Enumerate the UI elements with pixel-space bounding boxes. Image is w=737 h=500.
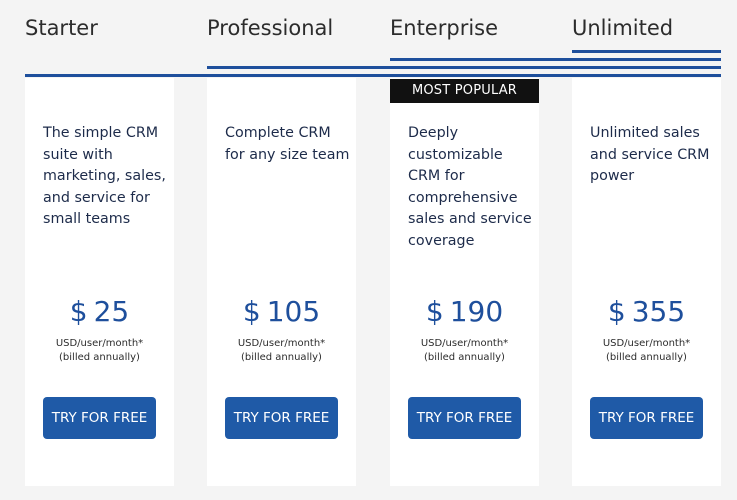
plan-card-starter: The simple CRM suite with marketing, sal… [25, 78, 174, 486]
price-unit: USD/user/month* (billed annually) [207, 337, 356, 365]
try-for-free-button-professional[interactable]: TRY FOR FREE [225, 397, 338, 439]
price-unit: USD/user/month* (billed annually) [25, 337, 174, 365]
plan-card-enterprise: Deeply customizable CRM for comprehensiv… [390, 78, 539, 486]
most-popular-badge: MOST POPULAR [390, 79, 539, 103]
price-amount: 105 [266, 295, 321, 328]
price-currency: $ [425, 295, 444, 328]
price-currency: $ [607, 295, 626, 328]
plan-price: $25 [25, 294, 174, 330]
plan-description: Complete CRM for any size team [225, 125, 350, 163]
price-currency: $ [242, 295, 261, 328]
plan-description: The simple CRM suite with marketing, sal… [43, 125, 166, 227]
try-for-free-button-enterprise[interactable]: TRY FOR FREE [408, 397, 521, 439]
try-for-free-button-starter[interactable]: TRY FOR FREE [43, 397, 156, 439]
billing-note: (billed annually) [606, 352, 687, 363]
plan-price: $105 [207, 294, 356, 330]
price-amount: 25 [93, 295, 130, 328]
billing-note: (billed annually) [59, 352, 140, 363]
plan-description: Deeply customizable CRM for comprehensiv… [408, 125, 532, 249]
plan-price: $355 [572, 294, 721, 330]
price-unit-text: USD/user/month* [420, 338, 509, 349]
price-currency: $ [69, 295, 88, 328]
billing-note: (billed annually) [424, 352, 505, 363]
plan-card-unlimited: Unlimited sales and service CRM power $3… [572, 78, 721, 486]
try-for-free-button-unlimited[interactable]: TRY FOR FREE [590, 397, 703, 439]
price-unit: USD/user/month* (billed annually) [390, 337, 539, 365]
price-amount: 190 [449, 295, 504, 328]
header-rule-enterprise [390, 58, 721, 61]
plan-name-starter: Starter [25, 16, 98, 40]
header-rule-unlimited [572, 50, 721, 53]
plan-card-professional: Complete CRM for any size team $105 USD/… [207, 78, 356, 486]
price-unit-text: USD/user/month* [55, 338, 144, 349]
plan-name-unlimited: Unlimited [572, 16, 674, 40]
header-rule-starter [25, 74, 721, 77]
plan-name-enterprise: Enterprise [390, 16, 499, 40]
plan-name-professional: Professional [207, 16, 334, 40]
price-amount: 355 [631, 295, 686, 328]
pricing-page: Starter Professional Enterprise Unlimite… [0, 0, 737, 500]
price-unit-text: USD/user/month* [237, 338, 326, 349]
billing-note: (billed annually) [241, 352, 322, 363]
plan-description: Unlimited sales and service CRM power [590, 125, 710, 184]
plan-price: $190 [390, 294, 539, 330]
price-unit-text: USD/user/month* [602, 338, 691, 349]
header-rule-professional [207, 66, 721, 69]
price-unit: USD/user/month* (billed annually) [572, 337, 721, 365]
